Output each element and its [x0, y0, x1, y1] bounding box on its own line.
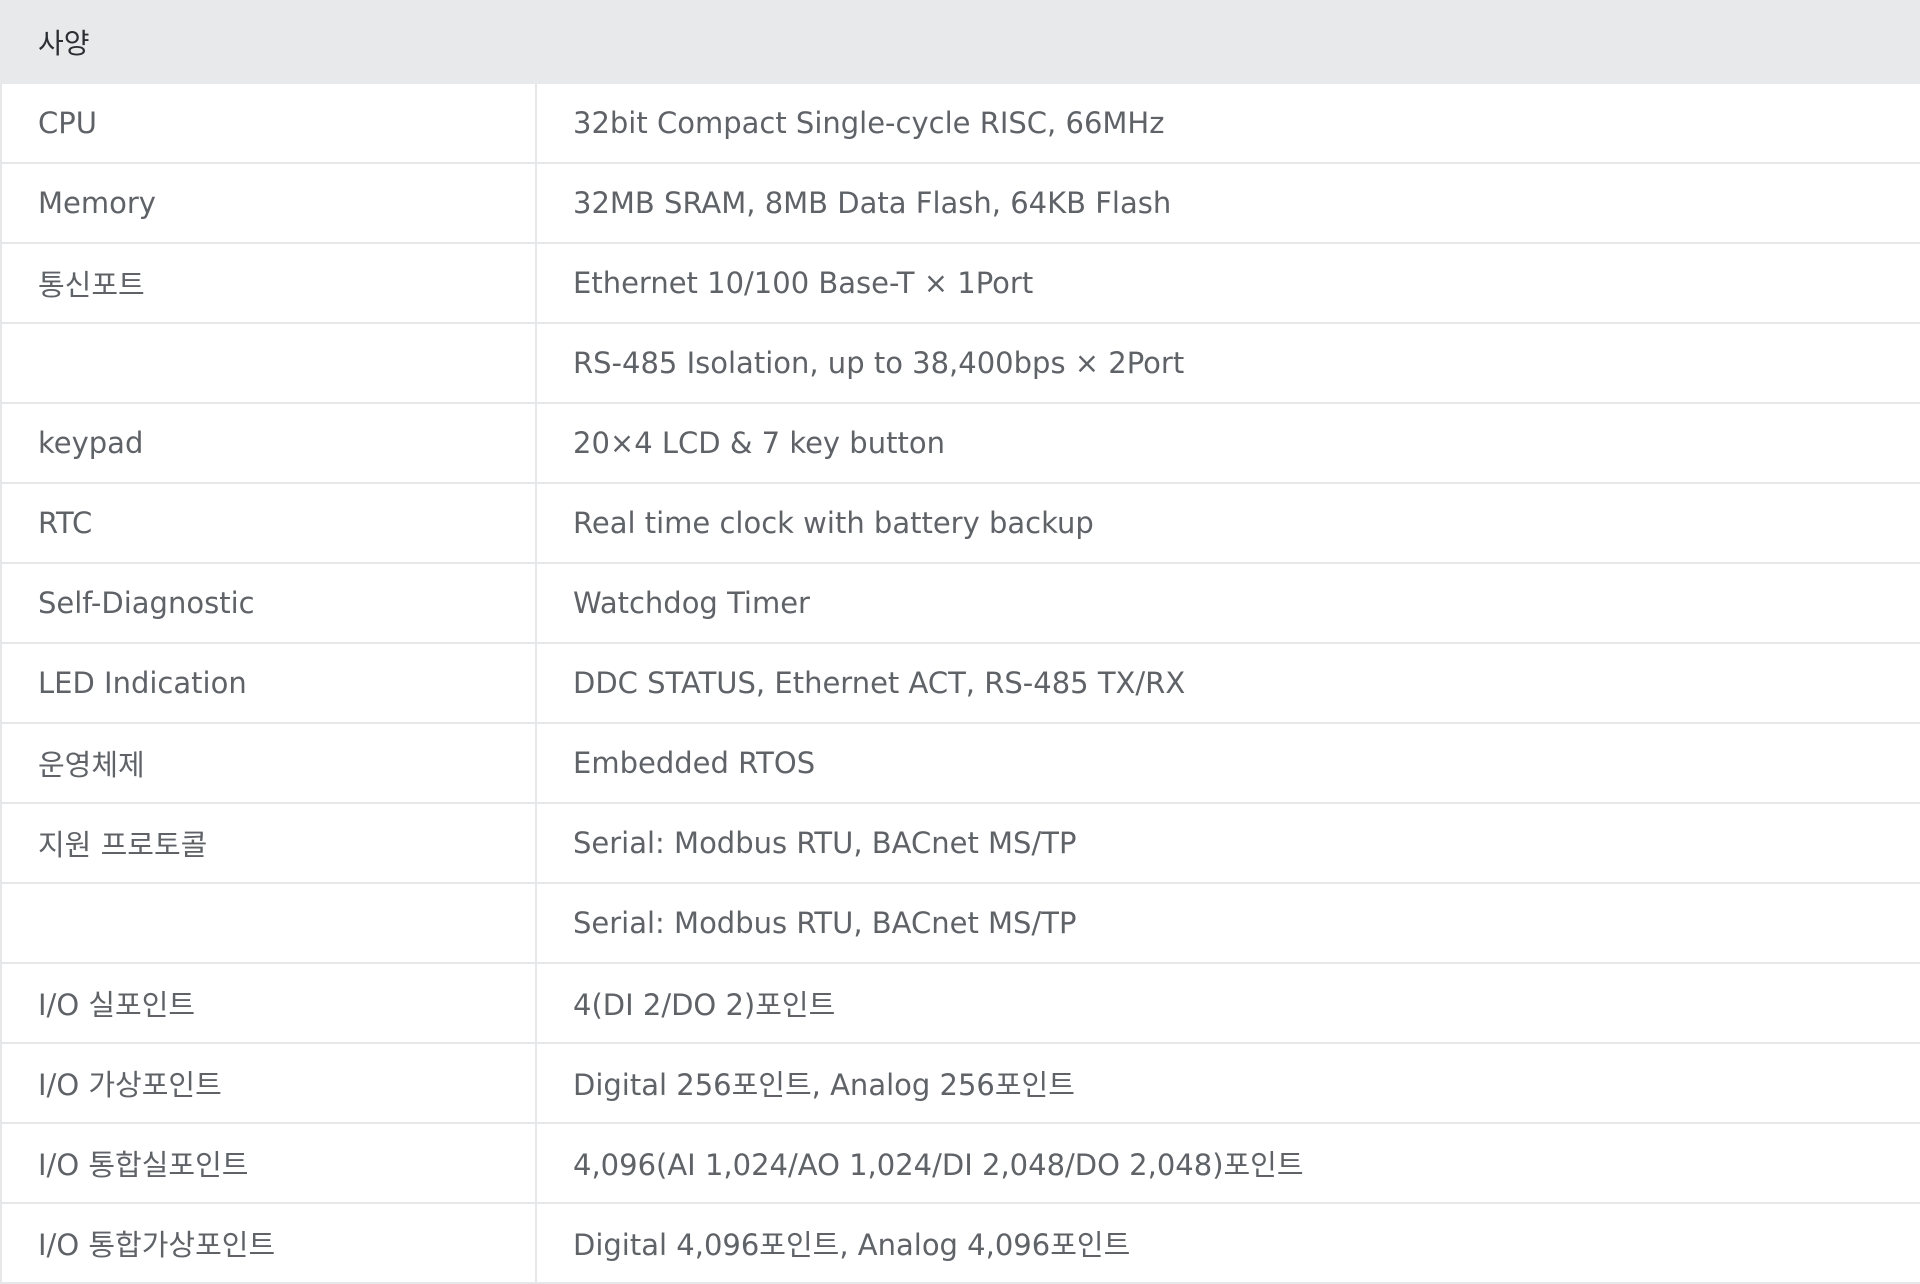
- spec-value: Digital 256포인트, Analog 256포인트: [535, 1042, 1920, 1124]
- spec-label: I/O 통합가상포인트: [0, 1202, 537, 1284]
- table-row: RS-485 Isolation, up to 38,400bps × 2Por…: [0, 322, 1920, 404]
- spec-value: Real time clock with battery backup: [535, 482, 1920, 564]
- spec-label: 운영체제: [0, 722, 537, 804]
- spec-label: I/O 통합실포인트: [0, 1122, 537, 1204]
- spec-value: Digital 4,096포인트, Analog 4,096포인트: [535, 1202, 1920, 1284]
- spec-value: Serial: Modbus RTU, BACnet MS/TP: [535, 882, 1920, 964]
- spec-value: DDC STATUS, Ethernet ACT, RS-485 TX/RX: [535, 642, 1920, 724]
- spec-value: 32MB SRAM, 8MB Data Flash, 64KB Flash: [535, 162, 1920, 244]
- spec-table: 사양 CPU 32bit Compact Single-cycle RISC, …: [0, 0, 1920, 1284]
- table-row: Serial: Modbus RTU, BACnet MS/TP: [0, 882, 1920, 964]
- table-row: I/O 통합실포인트 4,096(AI 1,024/AO 1,024/DI 2,…: [0, 1122, 1920, 1204]
- spec-label: [0, 322, 537, 404]
- table-row: keypad 20×4 LCD & 7 key button: [0, 402, 1920, 484]
- spec-label: I/O 실포인트: [0, 962, 537, 1044]
- spec-table-header: 사양: [0, 0, 1920, 84]
- spec-value: 4,096(AI 1,024/AO 1,024/DI 2,048/DO 2,04…: [535, 1122, 1920, 1204]
- table-row: 지원 프로토콜 Serial: Modbus RTU, BACnet MS/TP: [0, 802, 1920, 884]
- table-row: I/O 통합가상포인트 Digital 4,096포인트, Analog 4,0…: [0, 1202, 1920, 1284]
- spec-value: 32bit Compact Single-cycle RISC, 66MHz: [535, 82, 1920, 164]
- spec-label: 지원 프로토콜: [0, 802, 537, 884]
- table-row: Self-Diagnostic Watchdog Timer: [0, 562, 1920, 644]
- table-row: I/O 가상포인트 Digital 256포인트, Analog 256포인트: [0, 1042, 1920, 1124]
- table-row: 운영체제 Embedded RTOS: [0, 722, 1920, 804]
- spec-value: RS-485 Isolation, up to 38,400bps × 2Por…: [535, 322, 1920, 404]
- spec-label: RTC: [0, 482, 537, 564]
- spec-label: Memory: [0, 162, 537, 244]
- table-row: RTC Real time clock with battery backup: [0, 482, 1920, 564]
- table-row: LED Indication DDC STATUS, Ethernet ACT,…: [0, 642, 1920, 724]
- table-row: I/O 실포인트 4(DI 2/DO 2)포인트: [0, 962, 1920, 1044]
- spec-value: Serial: Modbus RTU, BACnet MS/TP: [535, 802, 1920, 884]
- spec-label: LED Indication: [0, 642, 537, 724]
- spec-label: keypad: [0, 402, 537, 484]
- spec-table-body: CPU 32bit Compact Single-cycle RISC, 66M…: [0, 82, 1920, 1284]
- spec-value: Ethernet 10/100 Base-T × 1Port: [535, 242, 1920, 324]
- spec-value: Watchdog Timer: [535, 562, 1920, 644]
- table-row: Memory 32MB SRAM, 8MB Data Flash, 64KB F…: [0, 162, 1920, 244]
- table-row: CPU 32bit Compact Single-cycle RISC, 66M…: [0, 82, 1920, 164]
- table-row: 통신포트 Ethernet 10/100 Base-T × 1Port: [0, 242, 1920, 324]
- spec-label: Self-Diagnostic: [0, 562, 537, 644]
- spec-value: Embedded RTOS: [535, 722, 1920, 804]
- spec-label: [0, 882, 537, 964]
- header-row: 사양: [0, 0, 1920, 84]
- spec-header-title: 사양: [0, 0, 1920, 84]
- spec-value: 4(DI 2/DO 2)포인트: [535, 962, 1920, 1044]
- spec-value: 20×4 LCD & 7 key button: [535, 402, 1920, 484]
- spec-label: I/O 가상포인트: [0, 1042, 537, 1124]
- spec-label: 통신포트: [0, 242, 537, 324]
- spec-label: CPU: [0, 82, 537, 164]
